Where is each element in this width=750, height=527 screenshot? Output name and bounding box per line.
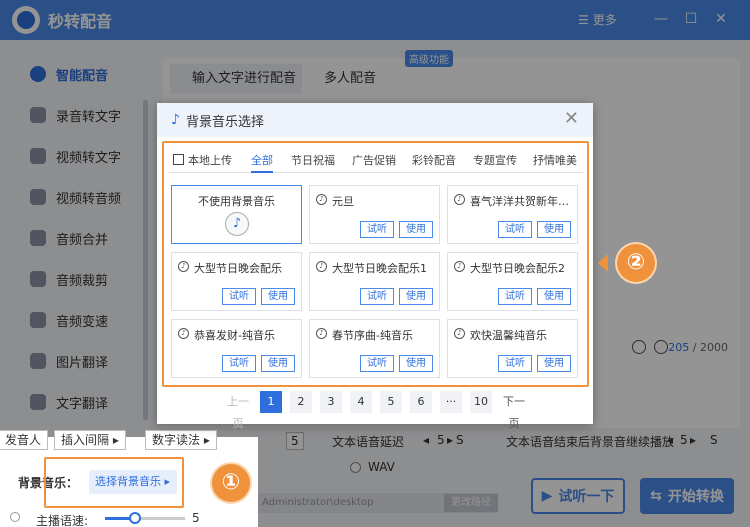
number-reading-button[interactable]: 数字读法 ▸ xyxy=(145,430,217,450)
dialog-header: ♪ 背景音乐选择 ✕ xyxy=(157,103,593,137)
prev-page-button[interactable]: 上一页 xyxy=(221,391,255,430)
page-button[interactable]: 4 xyxy=(350,391,372,413)
page-button[interactable]: 10 xyxy=(470,391,492,413)
page-button[interactable]: 1 xyxy=(260,391,282,413)
callout-number-1: ① xyxy=(212,464,250,502)
speed-label: 主播语速: xyxy=(36,514,89,527)
next-page-button[interactable]: 下一页 xyxy=(497,391,531,430)
number-reading-label: 数字读法 xyxy=(152,433,201,447)
insert-pause-button[interactable]: 插入间隔 ▸ xyxy=(54,430,126,450)
page-button[interactable]: 2 xyxy=(290,391,312,413)
speed-value: 5 xyxy=(192,511,200,525)
page-button[interactable]: 3 xyxy=(320,391,342,413)
callout-box-1 xyxy=(44,457,184,508)
page-button[interactable]: 6 xyxy=(410,391,432,413)
callout-number-2: ② xyxy=(617,244,655,282)
callout-pointer xyxy=(598,254,608,272)
dialog-title: 背景音乐选择 xyxy=(185,114,264,130)
voice-button[interactable]: 发音人 xyxy=(0,430,49,450)
speed-radio[interactable] xyxy=(10,512,20,522)
music-note-icon: ♪ xyxy=(171,112,180,128)
insert-pause-label: 插入间隔 xyxy=(61,433,110,447)
page-ellipsis: ··· xyxy=(440,391,462,413)
speed-slider-thumb[interactable] xyxy=(129,512,141,524)
page-button[interactable]: 5 xyxy=(380,391,402,413)
callout-box-2 xyxy=(162,141,589,387)
close-icon[interactable]: ✕ xyxy=(564,110,579,128)
